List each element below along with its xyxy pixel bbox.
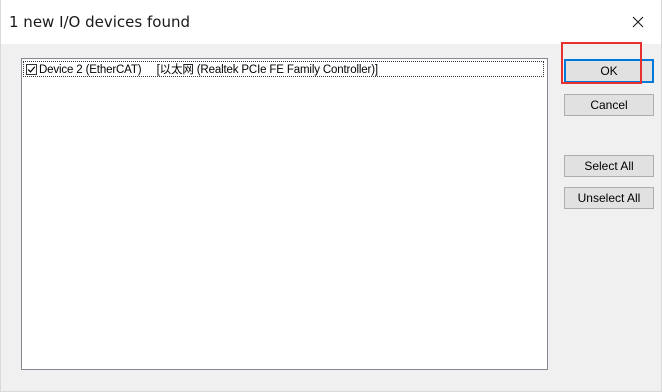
cancel-button[interactable]: Cancel bbox=[564, 94, 654, 116]
list-item[interactable]: Device 2 (EtherCAT) [以太网 (Realtek PCIe F… bbox=[23, 61, 544, 77]
select-all-button[interactable]: Select All bbox=[564, 155, 654, 177]
close-button[interactable] bbox=[615, 0, 661, 44]
unselect-all-button[interactable]: Unselect All bbox=[564, 187, 654, 209]
device-list[interactable]: Device 2 (EtherCAT) [以太网 (Realtek PCIe F… bbox=[21, 58, 548, 370]
dialog-title: 1 new I/O devices found bbox=[9, 13, 190, 31]
close-icon bbox=[632, 16, 644, 28]
device-checkbox[interactable] bbox=[26, 63, 37, 75]
title-bar: 1 new I/O devices found bbox=[1, 0, 661, 44]
checkmark-icon bbox=[27, 65, 36, 73]
device-label: Device 2 (EtherCAT) [以太网 (Realtek PCIe F… bbox=[39, 64, 378, 76]
ok-button[interactable]: OK bbox=[564, 59, 654, 83]
dialog-window: 1 new I/O devices found Device 2 (EtherC… bbox=[0, 0, 662, 392]
